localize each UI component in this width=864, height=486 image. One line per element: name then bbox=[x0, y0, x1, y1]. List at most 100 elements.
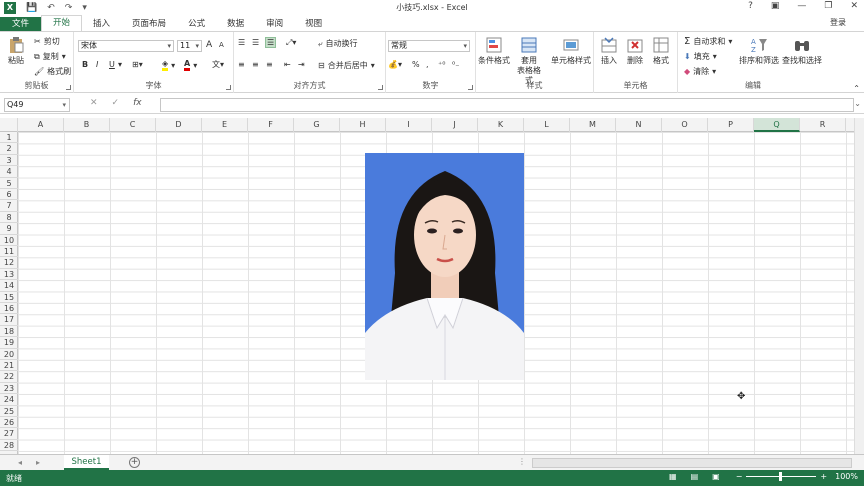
increase-decimal-icon[interactable]: ⁺⁰ bbox=[438, 60, 445, 69]
row-header[interactable]: 22 bbox=[0, 371, 18, 383]
page-layout-view-icon[interactable]: ▤ bbox=[691, 472, 699, 481]
sheet-tab[interactable]: Sheet1 bbox=[64, 455, 109, 470]
underline-button[interactable]: U bbox=[109, 60, 115, 69]
conditional-format-button[interactable]: 条件格式 bbox=[476, 36, 512, 66]
align-center-icon[interactable]: ≡ bbox=[252, 60, 259, 69]
next-sheet-icon[interactable]: ▸ bbox=[36, 458, 40, 467]
row-header[interactable]: 18 bbox=[0, 326, 18, 338]
column-header[interactable]: M bbox=[570, 118, 616, 132]
column-header[interactable]: P bbox=[708, 118, 754, 132]
comma-button[interactable]: , bbox=[426, 60, 429, 69]
column-header[interactable]: D bbox=[156, 118, 202, 132]
find-select-button[interactable]: 查找和选择 bbox=[780, 36, 824, 66]
customize-qat-icon[interactable]: ▾ bbox=[82, 3, 87, 13]
row-header[interactable]: 6 bbox=[0, 189, 18, 201]
fill-button[interactable]: ⬇ 填充 ▾ bbox=[684, 51, 717, 62]
row-header[interactable]: 13 bbox=[0, 269, 18, 281]
row-header[interactable]: 27 bbox=[0, 428, 18, 440]
row-header[interactable]: 5 bbox=[0, 178, 18, 189]
delete-cells-button[interactable]: 删除 bbox=[624, 36, 646, 66]
column-header[interactable]: F bbox=[248, 118, 294, 132]
row-header[interactable]: 28 bbox=[0, 440, 18, 452]
zoom-slider-thumb[interactable] bbox=[779, 472, 783, 481]
italic-button[interactable]: I bbox=[96, 60, 98, 69]
row-header[interactable]: 9 bbox=[0, 223, 18, 235]
add-sheet-button[interactable]: + bbox=[129, 457, 140, 468]
cut-button[interactable]: ✂ 剪切 bbox=[34, 36, 60, 47]
clear-button[interactable]: ◆ 清除 ▾ bbox=[684, 66, 716, 77]
format-as-table-button[interactable]: 套用 表格格式 bbox=[514, 36, 544, 86]
row-header[interactable]: 4 bbox=[0, 166, 18, 178]
phonetic-icon[interactable]: 文▾ bbox=[212, 59, 224, 70]
column-header[interactable]: G bbox=[294, 118, 340, 132]
row-header[interactable]: 25 bbox=[0, 406, 18, 417]
ribbon-display-icon[interactable]: ▣ bbox=[771, 1, 780, 11]
row-header[interactable]: 23 bbox=[0, 383, 18, 395]
copy-button[interactable]: ⧉ 复制 ▾ bbox=[34, 51, 66, 62]
column-header[interactable]: N bbox=[616, 118, 662, 132]
row-header[interactable]: 24 bbox=[0, 394, 18, 406]
row-header[interactable]: 26 bbox=[0, 417, 18, 429]
row-header[interactable]: 20 bbox=[0, 349, 18, 360]
insert-cells-button[interactable]: 插入 bbox=[598, 36, 620, 66]
row-header[interactable]: 21 bbox=[0, 360, 18, 372]
decrease-decimal-icon[interactable]: ⁰₋ bbox=[452, 60, 459, 69]
autosum-button[interactable]: Σ 自动求和 ▾ bbox=[684, 36, 732, 47]
tab-data[interactable]: 数据 bbox=[216, 17, 255, 31]
format-painter-button[interactable]: 🖌 格式刷 bbox=[34, 66, 71, 77]
zoom-in-button[interactable]: + bbox=[820, 472, 827, 481]
row-header[interactable]: 19 bbox=[0, 337, 18, 349]
minimize-icon[interactable]: — bbox=[797, 1, 806, 11]
orientation-icon[interactable]: ⤢▾ bbox=[286, 38, 296, 48]
undo-icon[interactable]: ↶ bbox=[47, 3, 55, 13]
embedded-photo[interactable] bbox=[365, 153, 524, 380]
formula-input[interactable] bbox=[160, 98, 854, 112]
zoom-out-button[interactable]: − bbox=[736, 472, 743, 481]
select-all-corner[interactable] bbox=[0, 118, 18, 132]
row-header[interactable]: 15 bbox=[0, 292, 18, 303]
column-header[interactable]: K bbox=[478, 118, 524, 132]
align-right-icon[interactable]: ≡ bbox=[266, 60, 273, 69]
cell-styles-button[interactable]: 单元格样式 bbox=[548, 36, 594, 66]
normal-view-icon[interactable]: ▦ bbox=[669, 472, 677, 481]
row-header[interactable]: 16 bbox=[0, 303, 18, 315]
increase-indent-icon[interactable]: ⇥ bbox=[298, 60, 305, 69]
grow-font-button[interactable]: A bbox=[206, 40, 212, 50]
underline-dropdown-icon[interactable]: ▾ bbox=[118, 60, 122, 69]
column-header[interactable]: I bbox=[386, 118, 432, 132]
fill-color-icon[interactable]: ◈ ▾ bbox=[162, 59, 175, 71]
close-icon[interactable]: ✕ bbox=[850, 1, 858, 11]
tab-insert[interactable]: 插入 bbox=[82, 17, 121, 31]
vertical-scrollbar[interactable] bbox=[854, 118, 864, 454]
insert-function-button[interactable]: fx bbox=[133, 98, 142, 108]
tab-page-layout[interactable]: 页面布局 bbox=[121, 17, 177, 31]
row-header[interactable]: 1 bbox=[0, 132, 18, 144]
column-header[interactable]: J bbox=[432, 118, 478, 132]
restore-icon[interactable]: ❐ bbox=[824, 1, 832, 11]
column-header[interactable]: R bbox=[800, 118, 846, 132]
column-header[interactable]: A bbox=[18, 118, 64, 132]
font-color-icon[interactable]: A ▾ bbox=[184, 59, 197, 71]
save-icon[interactable]: 💾 bbox=[26, 3, 37, 13]
zoom-level[interactable]: 100% bbox=[835, 472, 858, 481]
login-link[interactable]: 登录 bbox=[830, 17, 846, 28]
zoom-slider[interactable] bbox=[746, 472, 817, 481]
alignment-launcher-icon[interactable] bbox=[378, 85, 383, 90]
column-header[interactable]: B bbox=[64, 118, 110, 132]
row-header[interactable]: 3 bbox=[0, 155, 18, 167]
cancel-icon[interactable]: ✕ bbox=[90, 98, 98, 108]
format-cells-button[interactable]: 格式 bbox=[650, 36, 672, 66]
border-icon[interactable]: ⊞▾ bbox=[132, 60, 143, 69]
row-header[interactable]: 8 bbox=[0, 212, 18, 224]
column-header[interactable]: C bbox=[110, 118, 156, 132]
align-left-icon[interactable]: ≡ bbox=[238, 60, 245, 69]
number-launcher-icon[interactable] bbox=[468, 85, 473, 90]
column-header[interactable]: H bbox=[340, 118, 386, 132]
row-header[interactable]: 11 bbox=[0, 246, 18, 258]
font-size-select[interactable]: 11 bbox=[177, 40, 202, 52]
column-header[interactable]: E bbox=[202, 118, 248, 132]
currency-icon[interactable]: 💰▾ bbox=[388, 60, 402, 69]
redo-icon[interactable]: ↷ bbox=[65, 3, 73, 13]
column-header[interactable]: L bbox=[524, 118, 570, 132]
tab-file[interactable]: 文件 bbox=[0, 17, 42, 31]
